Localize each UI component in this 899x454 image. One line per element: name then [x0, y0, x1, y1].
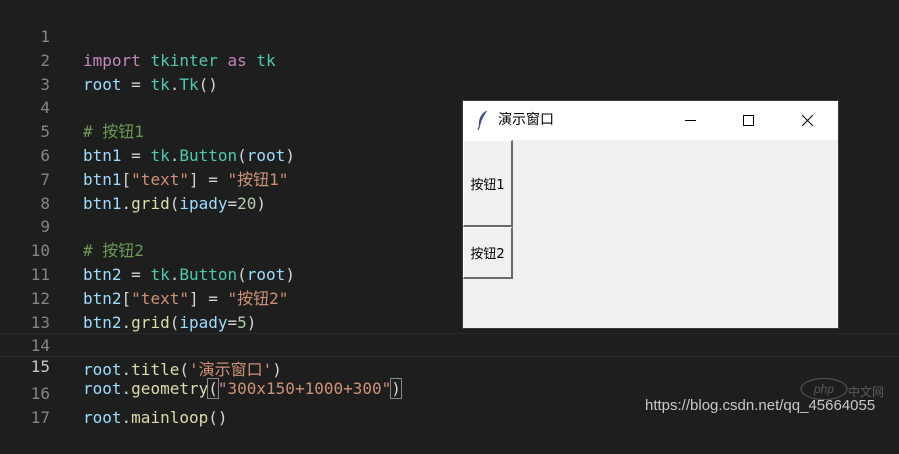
button-1-label: 按钮1 — [470, 177, 505, 193]
current-code-line[interactable]: 15 root.geometry("300x150+1000+300") — [0, 333, 899, 399]
button-2-label: 按钮2 — [470, 247, 505, 262]
tk-window[interactable]: 演示窗口 按钮1 按钮2 — [463, 101, 838, 328]
code-line[interactable]: 4 # 按钮1 — [0, 72, 899, 141]
code-line[interactable]: 2 root = tk.Tk() — [0, 25, 899, 94]
method-name: mainloop — [131, 408, 209, 427]
operator: . — [121, 408, 132, 427]
window-titlebar[interactable]: 演示窗口 — [463, 101, 838, 140]
close-icon — [801, 114, 814, 127]
button-1[interactable]: 按钮1 — [463, 140, 513, 227]
maximize-button[interactable] — [720, 101, 778, 140]
code-line[interactable]: 3 — [0, 49, 899, 94]
variable: root — [83, 408, 122, 427]
minimize-icon — [685, 120, 696, 121]
watermark-url: https://blog.csdn.net/qq_45664055 — [645, 397, 876, 414]
parens: () — [208, 408, 228, 427]
close-button[interactable] — [779, 101, 837, 140]
minimize-button[interactable] — [662, 101, 720, 140]
line-number: 17 — [30, 408, 50, 427]
php-logo-text: php — [813, 382, 834, 396]
button-2[interactable]: 按钮2 — [463, 227, 513, 279]
code-line[interactable]: 1 import tkinter as tk — [0, 1, 899, 70]
window-client-area: 按钮1 按钮2 — [463, 140, 838, 328]
maximize-icon — [743, 115, 754, 126]
feather-icon — [475, 109, 491, 131]
code-line[interactable]: 16 root.mainloop() — [0, 358, 899, 427]
window-title: 演示窗口 — [498, 112, 554, 128]
